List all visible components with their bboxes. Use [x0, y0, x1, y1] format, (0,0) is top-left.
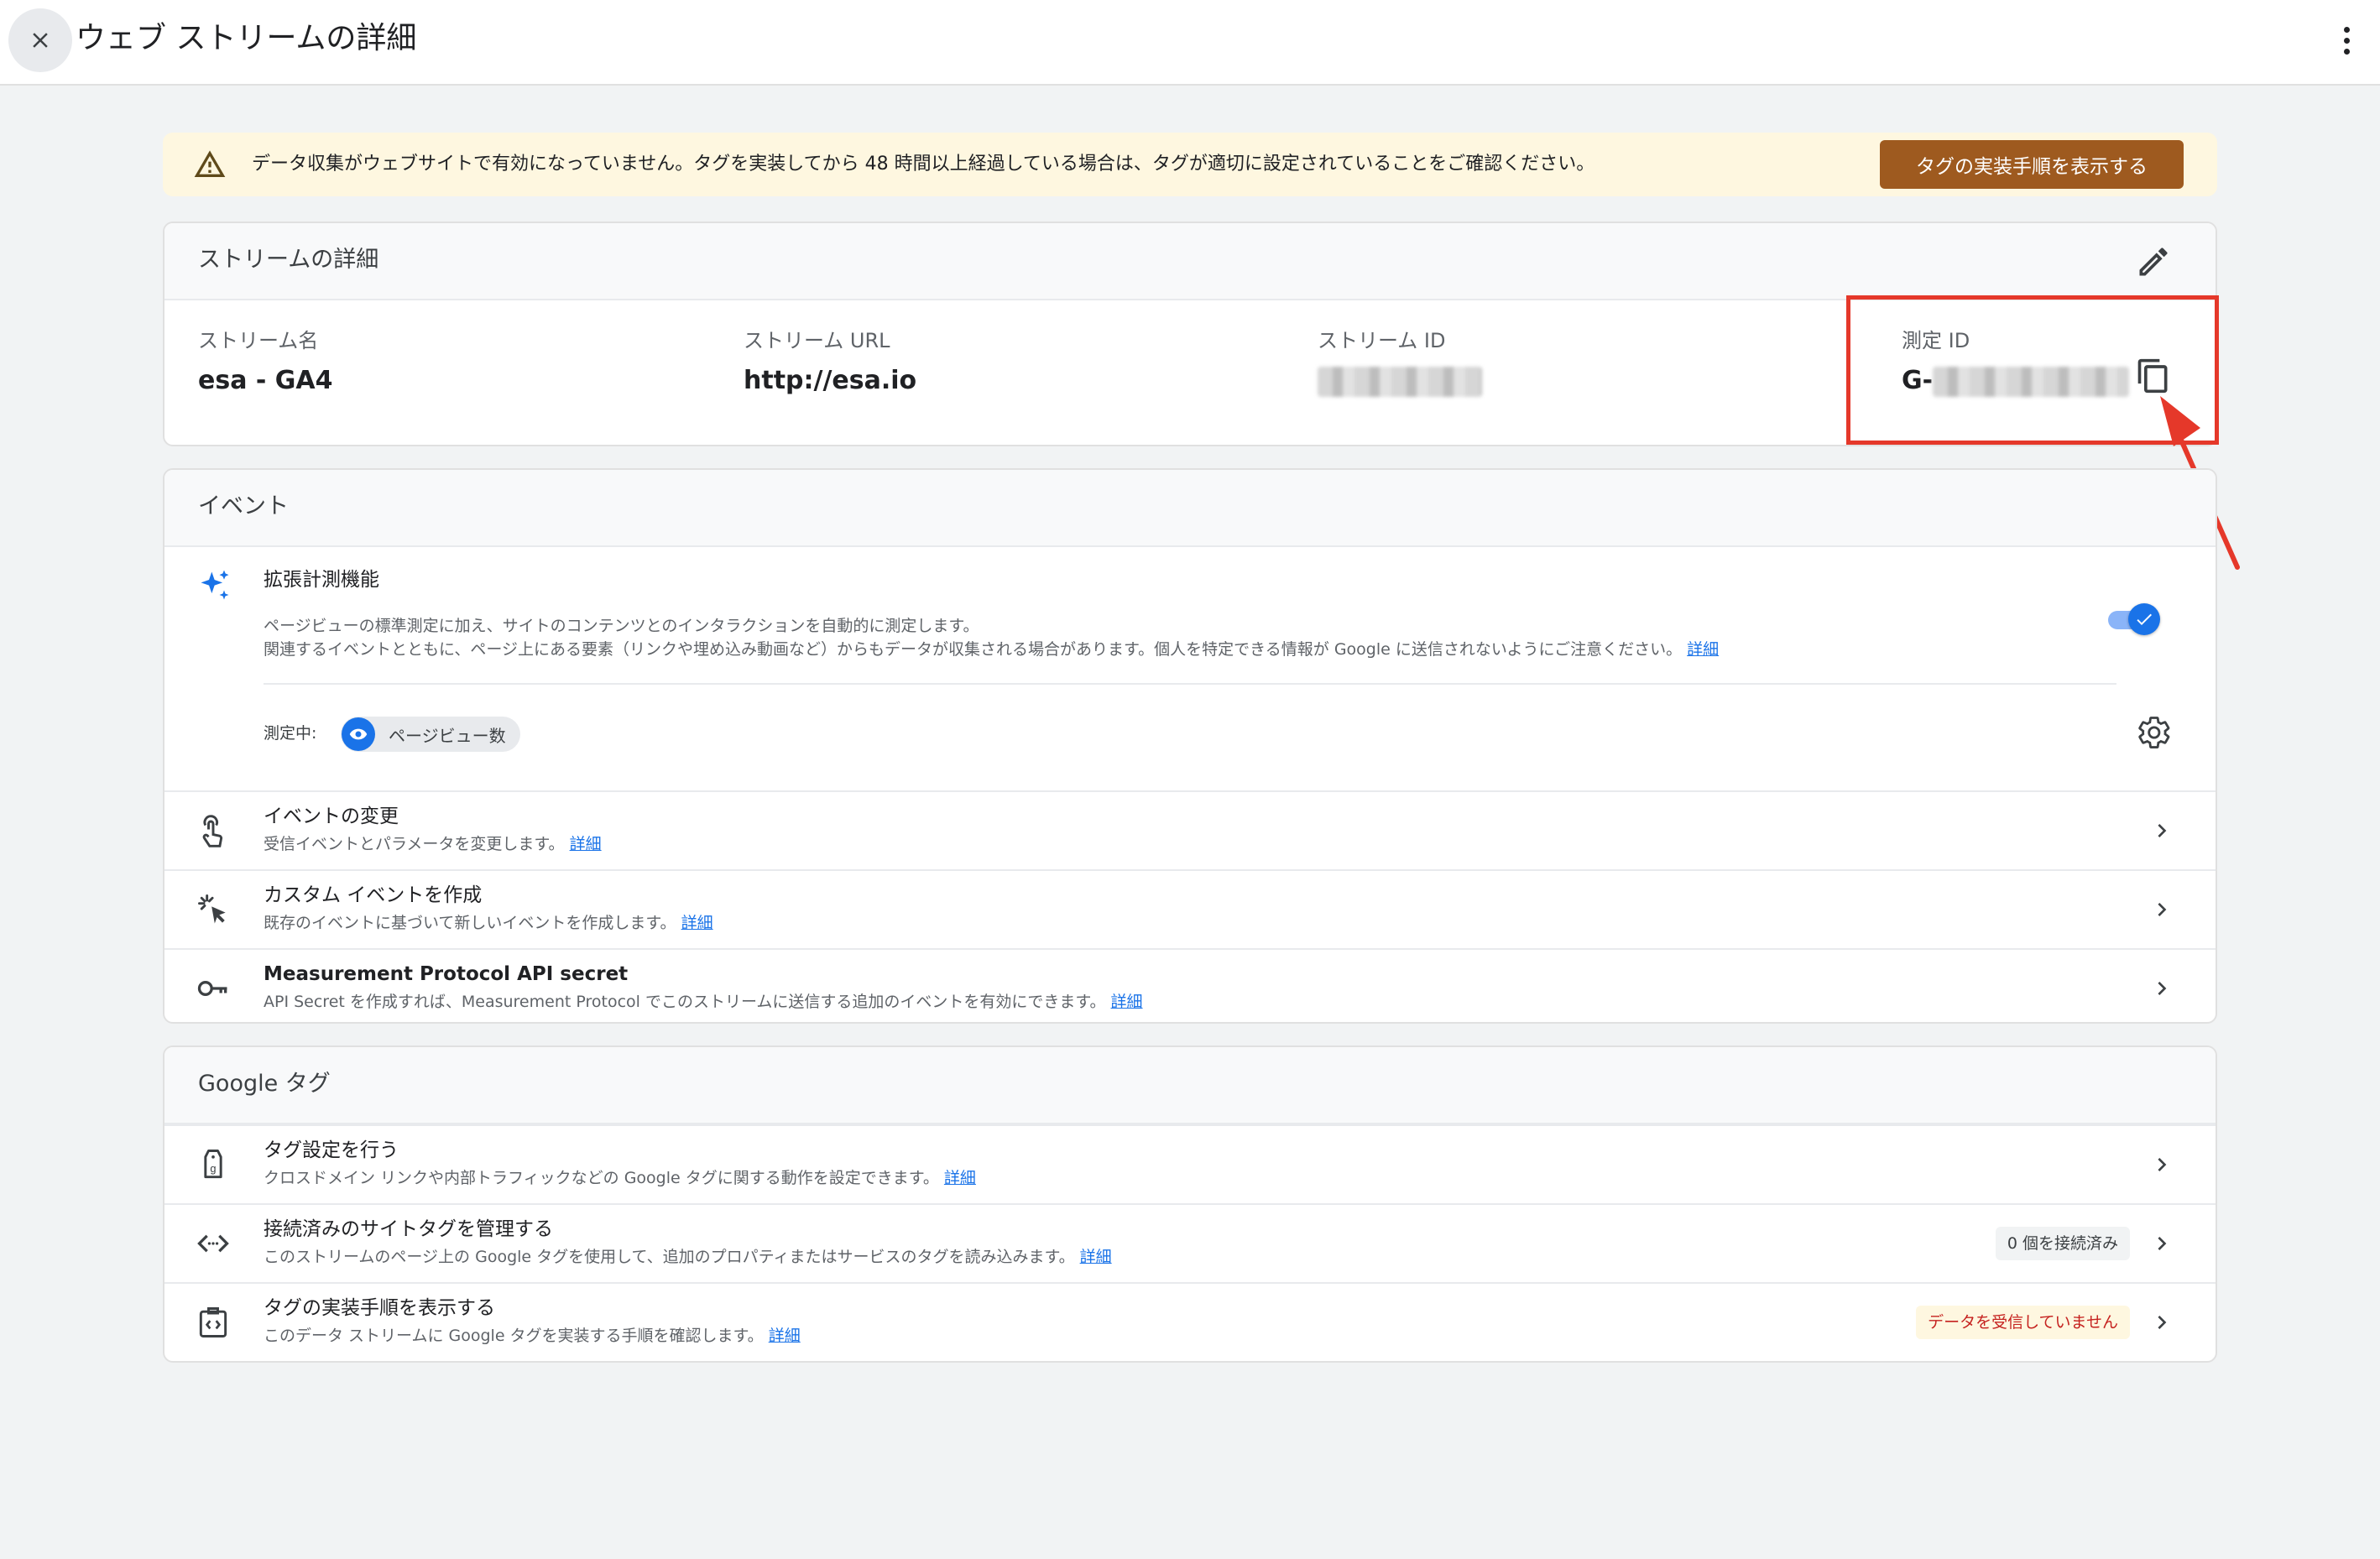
more-options-button[interactable]: [2330, 20, 2363, 60]
code-doc-icon: [199, 1307, 227, 1337]
google-tag-card: Google タグ g タグ設定を行う クロスドメイン リンクや内部トラフィック…: [163, 1045, 2217, 1363]
tag-instructions-title: タグの実装手順を表示する: [264, 1297, 495, 1319]
close-icon: [33, 33, 48, 48]
stream-id-label: ストリーム ID: [1318, 329, 1446, 352]
settings-gear-icon[interactable]: [2137, 715, 2172, 750]
sparkle-icon: [201, 570, 229, 600]
connected-site-tags-learn-more[interactable]: 詳細: [1080, 1248, 1112, 1266]
stream-name-field: ストリーム名 esa - GA4: [198, 324, 333, 401]
modify-events-title: イベントの変更: [264, 806, 399, 827]
tag-settings-title: タグ設定を行う: [264, 1139, 399, 1161]
show-tag-instructions-button[interactable]: タグの実装手順を表示する: [1880, 140, 2184, 189]
tag-settings-learn-more[interactable]: 詳細: [944, 1169, 976, 1187]
enhanced-measurement-title: 拡張計測機能: [264, 569, 379, 591]
more-vert-icon: [2343, 26, 2350, 33]
enhanced-measurement-section: 拡張計測機能 ページビューの標準測定に加え、サイトのコンテンツとのインタラクショ…: [164, 547, 2216, 785]
stream-id-redacted: [1318, 366, 1482, 397]
enhanced-learn-more-link[interactable]: 詳細: [1687, 640, 1719, 659]
stream-name-label: ストリーム名: [198, 329, 319, 352]
google-tag-heading: Google タグ: [198, 1071, 331, 1097]
events-heading: イベント: [198, 493, 289, 519]
chevron-right-icon: [2158, 982, 2167, 995]
stream-url-field: ストリーム URL http://esa.io: [744, 324, 916, 401]
warning-icon: [194, 150, 226, 177]
key-icon: [197, 981, 227, 996]
google-tag-header: Google タグ: [164, 1047, 2216, 1124]
top-bar: ウェブ ストリームの詳細: [0, 0, 2380, 86]
close-button[interactable]: [8, 8, 72, 72]
edit-icon[interactable]: [2135, 243, 2172, 280]
tag-settings-sub: クロスドメイン リンクや内部トラフィックなどの Google タグに関する動作を…: [264, 1169, 939, 1187]
banner-text: データ収集がウェブサイトで有効になっていません。タグを実装してから 48 時間以…: [252, 154, 1595, 175]
warning-banner: データ収集がウェブサイトで有効になっていません。タグを実装してから 48 時間以…: [163, 133, 2217, 196]
events-header: イベント: [164, 470, 2216, 547]
chevron-right-icon: [2158, 1158, 2167, 1171]
tag-instructions-learn-more[interactable]: 詳細: [769, 1327, 801, 1345]
connected-count-badge: 0 個を接続済み: [1995, 1227, 2130, 1260]
chevron-right-icon: [2158, 1237, 2167, 1250]
measurement-protocol-title: Measurement Protocol API secret: [264, 963, 629, 985]
list-item-measurement-protocol[interactable]: Measurement Protocol API secret API Secr…: [164, 948, 2216, 1022]
connected-site-tags-sub: このストリームのページ上の Google タグを使用して、追加のプロパティまたは…: [264, 1248, 1075, 1266]
enhanced-desc-2: 関連するイベントとともに、ページ上にある要素（リンクや埋め込み動画など）からもデ…: [264, 640, 1683, 659]
pageview-chip-label: ページビュー数: [389, 725, 506, 746]
list-item-modify-events[interactable]: イベントの変更 受信イベントとパラメータを変更します。 詳細: [164, 790, 2216, 869]
stream-id-field: ストリーム ID: [1318, 324, 1482, 401]
touch-icon: [202, 815, 223, 847]
stream-url-value: http://esa.io: [744, 366, 917, 395]
eye-icon: [342, 717, 375, 751]
divider: [264, 683, 2116, 685]
enhanced-desc-1: ページビューの標準測定に加え、サイトのコンテンツとのインタラクションを自動的に測…: [264, 617, 979, 635]
code-icon: [197, 1234, 229, 1253]
connected-site-tags-title: 接続済みのサイトタグを管理する: [264, 1218, 553, 1240]
list-item-tag-instructions[interactable]: タグの実装手順を表示する このデータ ストリームに Google タグを実装する…: [164, 1282, 2216, 1361]
measurement-protocol-sub: API Secret を作成すれば、Measurement Protocol で…: [264, 993, 1106, 1011]
chevron-right-icon: [2158, 903, 2167, 916]
no-data-status-badge: データを受信していません: [1916, 1306, 2130, 1339]
pageview-chip: ページビュー数: [341, 717, 520, 752]
list-item-tag-settings[interactable]: g タグ設定を行う クロスドメイン リンクや内部トラフィックなどの Google…: [164, 1124, 2216, 1203]
create-custom-event-learn-more[interactable]: 詳細: [681, 914, 713, 932]
list-item-connected-site-tags[interactable]: 接続済みのサイトタグを管理する このストリームのページ上の Google タグを…: [164, 1203, 2216, 1282]
measurement-protocol-learn-more[interactable]: 詳細: [1111, 993, 1143, 1011]
stream-name-value: esa - GA4: [198, 366, 333, 395]
click-sparkle-icon: [198, 894, 226, 924]
create-custom-event-sub: 既存のイベントに基づいて新しいイベントを作成します。: [264, 914, 676, 932]
measuring-label: 測定中:: [264, 724, 317, 743]
stream-url-label: ストリーム URL: [744, 329, 890, 352]
events-card: イベント 拡張計測機能 ページビューの標準測定に加え、サイトのコンテンツとのイン…: [163, 468, 2217, 1024]
stream-details-header: ストリームの詳細: [164, 223, 2216, 300]
check-icon: [2128, 603, 2160, 635]
list-item-create-custom-event[interactable]: カスタム イベントを作成 既存のイベントに基づいて新しいイベントを作成します。 …: [164, 869, 2216, 948]
tag-icon: g: [204, 1150, 222, 1179]
chevron-right-icon: [2158, 824, 2167, 837]
enhanced-measurement-toggle[interactable]: [2108, 602, 2160, 636]
svg-text:g: g: [210, 1162, 216, 1175]
stream-details-heading: ストリームの詳細: [198, 247, 379, 273]
chevron-right-icon: [2158, 1316, 2167, 1329]
create-custom-event-title: カスタム イベントを作成: [264, 884, 483, 906]
page-title: ウェブ ストリームの詳細: [76, 21, 417, 55]
modify-events-learn-more[interactable]: 詳細: [570, 835, 602, 853]
modify-events-sub: 受信イベントとパラメータを変更します。: [264, 835, 565, 853]
tag-instructions-sub: このデータ ストリームに Google タグを実装する手順を確認します。: [264, 1327, 764, 1345]
